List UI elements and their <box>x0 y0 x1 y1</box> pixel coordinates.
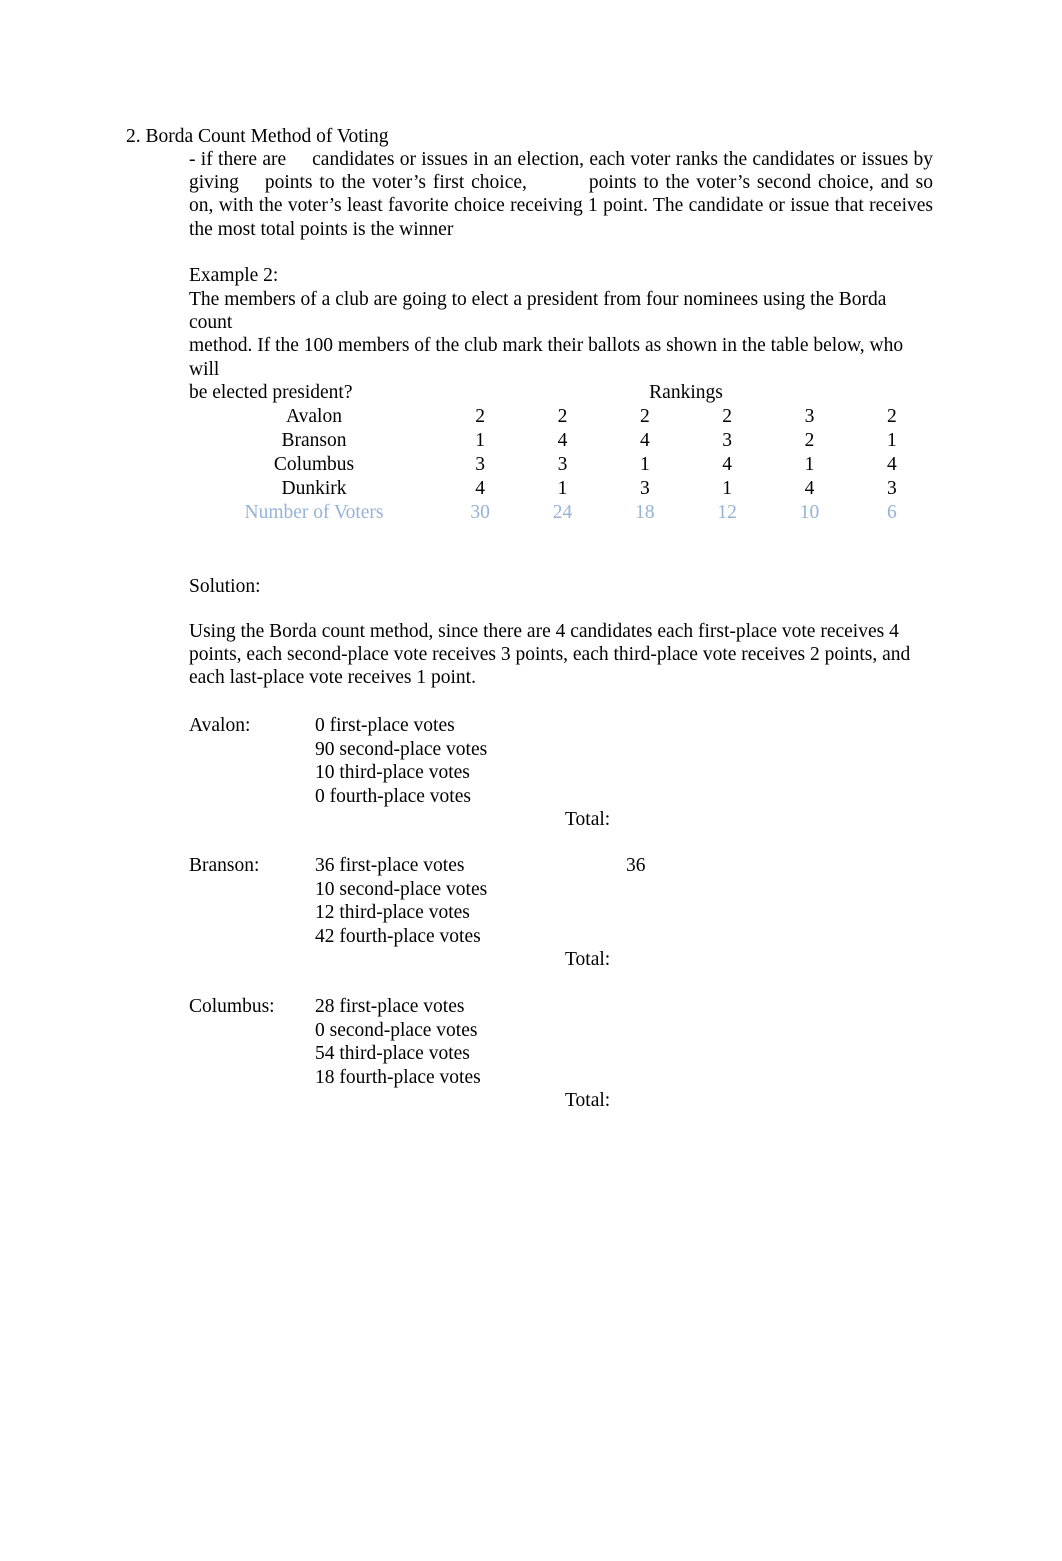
tally-row: Branson: 36 first-place votes 36 <box>189 854 933 878</box>
tally-row: 10 second-place votes <box>189 878 933 902</box>
rank-cell: 3 <box>475 454 486 475</box>
candidate-name: Columbus <box>273 454 355 475</box>
rankings-header: Rankings <box>649 382 723 403</box>
ballot-table: Rankings Avalon 2 2 2 2 3 2 Branson 1 4 … <box>189 381 933 525</box>
voter-count: 6 <box>886 502 897 523</box>
solution-line1: Using the Borda count method, since ther… <box>189 621 899 642</box>
tally-candidate-label: Avalon: <box>189 715 251 736</box>
tally-vote-line: 36 first-place votes <box>315 855 465 876</box>
tally-vote-line: 54 third-place votes <box>315 1043 470 1064</box>
voters-label: Number of Voters <box>244 502 384 523</box>
voter-count: 30 <box>470 502 490 523</box>
tally-total-row: Total: <box>189 1089 933 1113</box>
document-page: 2. Borda Count Method of Voting - if the… <box>0 0 1062 1561</box>
tally-row: 18 fourth-place votes <box>189 1066 933 1090</box>
definition-line2-part2: points to the voter’s first choice, <box>264 172 527 194</box>
candidate-name: Dunkirk <box>281 478 347 499</box>
solution-line3: each last-place vote receives 1 point. <box>189 667 476 689</box>
tally-candidate-label: Columbus: <box>189 996 275 1017</box>
tally-block-columbus: Columbus: 28 first-place votes 0 second-… <box>189 995 933 1113</box>
tally-total-label: Total: <box>565 1090 611 1111</box>
example-line2: method. If the 100 members of the club m… <box>189 335 904 380</box>
rank-cell: 3 <box>557 454 568 475</box>
rank-cell: 3 <box>804 406 815 427</box>
tally-vote-line: 0 fourth-place votes <box>315 785 471 807</box>
solution-paragraph: Using the Borda count method, since ther… <box>189 620 933 690</box>
definition-paragraph: - if there are candidates or issues in an… <box>189 148 933 241</box>
tally-row: 42 fourth-place votes <box>189 925 933 949</box>
rank-cell: 4 <box>722 454 733 475</box>
definition-line4: most total points is the winner <box>217 218 454 240</box>
voter-count: 12 <box>717 502 737 523</box>
solution-label: Solution: <box>189 576 261 597</box>
voter-count: 10 <box>799 502 820 523</box>
tally-total-row: Total: <box>189 948 933 972</box>
tally-total-label: Total: <box>565 949 611 970</box>
definition-line1-part1: - if there are <box>189 149 287 170</box>
rank-cell: 4 <box>475 478 486 499</box>
tally-vote-line: 0 first-place votes <box>315 715 455 736</box>
rank-cell: 2 <box>475 406 486 427</box>
rank-cell: 4 <box>886 454 897 475</box>
tally-vote-line: 0 second-place votes <box>315 1019 478 1041</box>
rank-cell: 3 <box>886 478 897 499</box>
tally-total-label: Total: <box>565 809 611 830</box>
tally-block-avalon: Avalon: 0 first-place votes 90 second-pl… <box>189 714 933 832</box>
tally-row: 12 third-place votes <box>189 901 933 925</box>
definition-line2-part1: giving <box>189 172 239 194</box>
rank-cell: 1 <box>639 454 650 475</box>
tally-row: Avalon: 0 first-place votes <box>189 714 933 738</box>
rank-cell: 1 <box>475 430 486 451</box>
rank-cell: 2 <box>804 430 815 451</box>
tally-row: Columbus: 28 first-place votes <box>189 995 933 1019</box>
tally-row: 0 fourth-place votes <box>189 785 933 809</box>
table-corner-cell <box>189 381 439 405</box>
rank-cell: 2 <box>722 406 733 427</box>
tally-vote-line: 28 first-place votes <box>315 996 465 1017</box>
tally-extra-value: 36 <box>626 855 646 876</box>
rank-cell: 2 <box>886 406 897 427</box>
table-row: Dunkirk 4 1 3 1 4 3 <box>189 477 933 501</box>
table-header-row: Rankings <box>189 381 933 405</box>
rank-cell: 3 <box>722 430 733 451</box>
tally-vote-line: 18 fourth-place votes <box>315 1066 481 1088</box>
example-label: Example 2: <box>189 265 279 286</box>
tally-candidate-label: Branson: <box>189 855 260 876</box>
solution-line2: points, each second-place vote receives … <box>189 644 911 666</box>
tally-vote-line: 10 second-place votes <box>315 878 488 900</box>
rank-cell: 1 <box>886 430 897 451</box>
rank-cell: 1 <box>722 478 733 499</box>
tally-vote-line: 42 fourth-place votes <box>315 925 481 947</box>
rank-cell: 4 <box>804 478 815 499</box>
voter-count: 24 <box>552 502 573 523</box>
definition-line1-part2: candidates or issues in an election, eac… <box>312 149 934 170</box>
example-line1: The members of a club are going to elect… <box>189 289 887 334</box>
voters-row: Number of Voters 30 24 18 12 10 6 <box>189 501 933 525</box>
table-row: Branson 1 4 4 3 2 1 <box>189 429 933 453</box>
candidate-name: Branson <box>281 430 347 451</box>
candidate-name: Avalon <box>286 406 342 427</box>
rank-cell: 1 <box>557 478 568 499</box>
tally-total-row: Total: <box>189 808 933 832</box>
rank-cell: 2 <box>557 406 568 427</box>
tally-vote-line: 10 third-place votes <box>315 762 470 783</box>
rank-cell: 1 <box>804 454 815 475</box>
tally-block-branson: Branson: 36 first-place votes 36 10 seco… <box>189 854 933 972</box>
tally-row: 90 second-place votes <box>189 738 933 762</box>
table-row: Avalon 2 2 2 2 3 2 <box>189 405 933 429</box>
rank-cell: 3 <box>639 478 650 499</box>
page-title: 2. Borda Count Method of Voting <box>126 126 389 147</box>
tally-row: 0 second-place votes <box>189 1019 933 1043</box>
table-row: Columbus 3 3 1 4 1 4 <box>189 453 933 477</box>
rank-cell: 4 <box>557 430 568 451</box>
rank-cell: 4 <box>639 430 650 451</box>
rank-cell: 2 <box>639 406 650 427</box>
tally-vote-line: 90 second-place votes <box>315 738 488 760</box>
voter-count: 18 <box>635 502 655 523</box>
tally-vote-line: 12 third-place votes <box>315 902 470 923</box>
tally-row: 10 third-place votes <box>189 761 933 785</box>
tally-row: 54 third-place votes <box>189 1042 933 1066</box>
